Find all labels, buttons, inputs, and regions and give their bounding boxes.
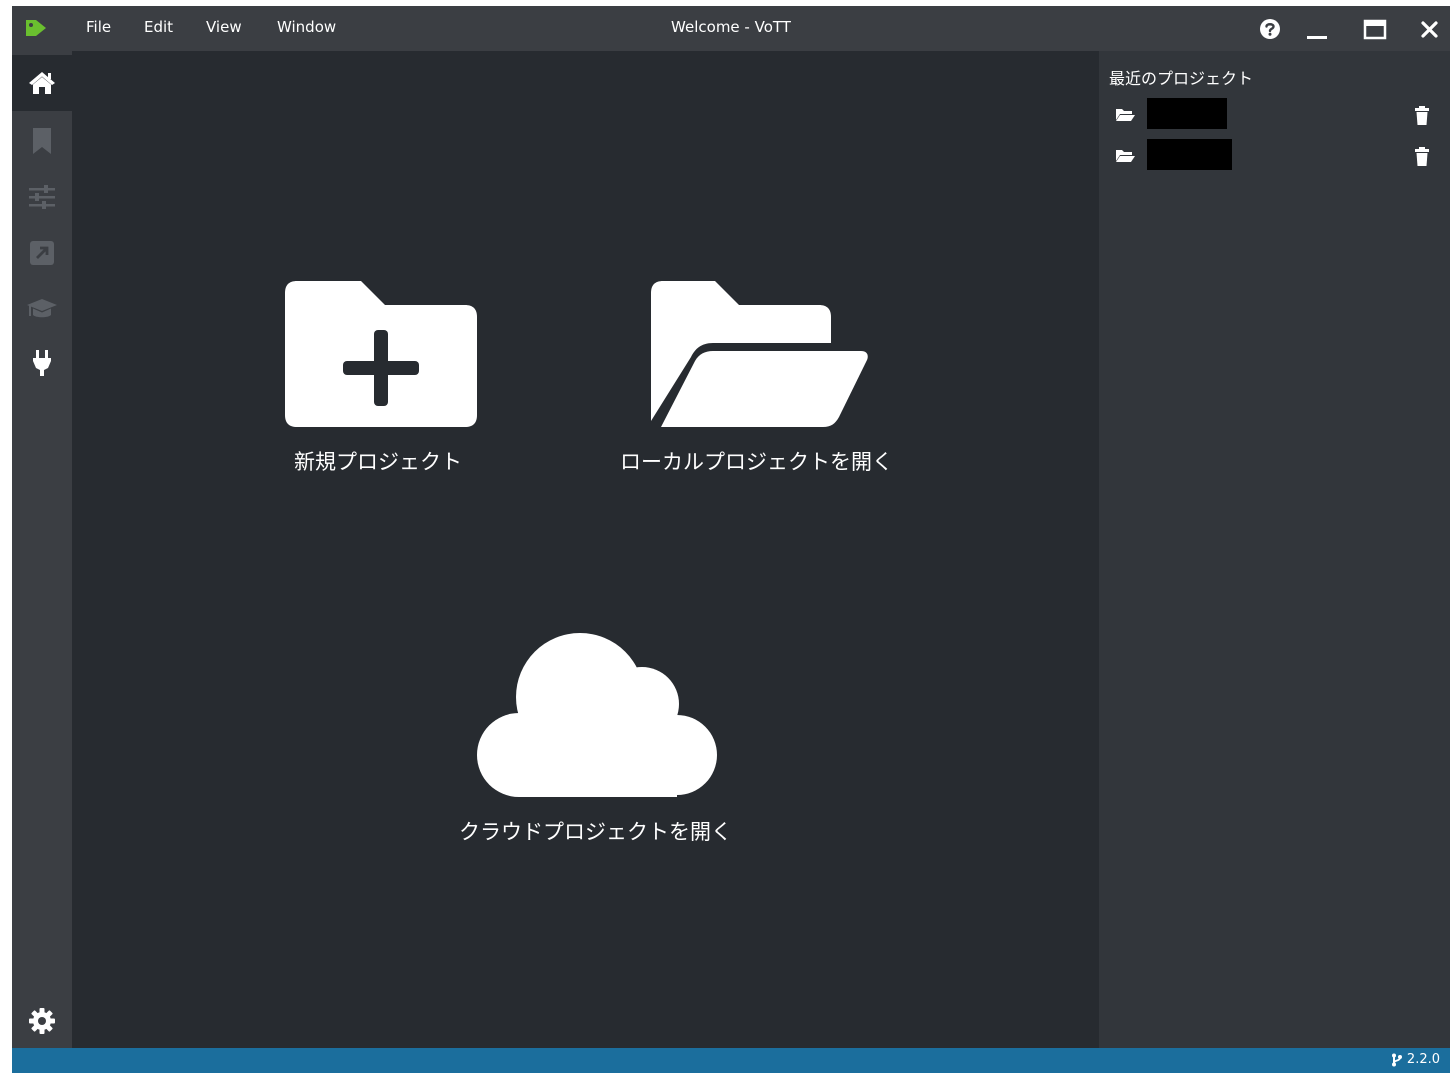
vott-window: File Edit View Window Welcome - VoTT 新規プ… — [12, 6, 1450, 1073]
folder-open-icon — [1116, 109, 1135, 121]
cloud-icon — [477, 633, 717, 797]
open-local-project-label: ローカルプロジェクトを開く — [620, 450, 893, 474]
sidebar-item-tags[interactable] — [12, 113, 72, 169]
recent-projects-title: 最近のプロジェクト — [1109, 69, 1254, 88]
tag-logo-icon — [24, 18, 48, 38]
version-text: 2.2.0 — [1406, 1052, 1440, 1067]
minimize-button[interactable] — [1304, 16, 1330, 42]
open-cloud-project-tile[interactable]: クラウドプロジェクトを開く — [447, 626, 747, 846]
help-button[interactable] — [1257, 16, 1283, 42]
sliders-icon — [29, 185, 55, 209]
recent-project-name[interactable] — [1147, 139, 1232, 170]
sidebar-item-export[interactable] — [12, 225, 72, 281]
sidebar-item-app-settings[interactable] — [12, 993, 72, 1049]
recent-project-item[interactable] — [1099, 139, 1450, 179]
sidebar-item-home[interactable] — [12, 55, 72, 111]
sidebar-item-active-learning[interactable] — [12, 281, 72, 337]
sidebar-item-connections[interactable] — [12, 335, 72, 391]
open-local-project-tile[interactable]: ローカルプロジェクトを開く — [607, 276, 907, 481]
recent-project-item[interactable] — [1099, 98, 1450, 138]
folder-open-icon — [651, 281, 868, 427]
trash-icon[interactable] — [1414, 106, 1430, 126]
minimize-icon — [1307, 36, 1327, 39]
sidebar-item-settings[interactable] — [12, 169, 72, 225]
welcome-main: 新規プロジェクト ローカルプロジェクトを開く クラウドプロジェクトを開く — [72, 51, 1099, 1048]
bookmark-icon — [33, 128, 51, 154]
code-branch-icon — [1391, 1053, 1402, 1066]
home-icon — [29, 72, 55, 94]
recent-projects-panel: 最近のプロジェクト — [1099, 51, 1450, 1048]
menu-file[interactable]: File — [86, 18, 111, 36]
trash-icon[interactable] — [1414, 147, 1430, 167]
folder-plus-icon — [285, 281, 477, 427]
sidebar — [12, 51, 72, 1048]
menu-window[interactable]: Window — [277, 18, 336, 36]
maximize-icon — [1363, 19, 1387, 40]
new-project-label: 新規プロジェクト — [294, 450, 462, 474]
question-circle-icon — [1260, 19, 1280, 39]
title-bar: File Edit View Window Welcome - VoTT — [12, 6, 1450, 51]
close-button[interactable] — [1417, 16, 1443, 42]
folder-open-icon — [1116, 150, 1135, 162]
maximize-button[interactable] — [1362, 16, 1388, 42]
menu-view[interactable]: View — [206, 18, 242, 36]
open-cloud-project-label: クラウドプロジェクトを開く — [459, 820, 732, 844]
status-bar: 2.2.0 — [12, 1048, 1450, 1073]
gear-icon — [29, 1008, 55, 1034]
menu-edit[interactable]: Edit — [144, 18, 173, 36]
new-project-tile[interactable]: 新規プロジェクト — [272, 276, 492, 481]
version-indicator: 2.2.0 — [1391, 1052, 1440, 1067]
close-icon — [1421, 21, 1438, 38]
graduation-cap-icon — [27, 299, 57, 318]
export-icon — [30, 241, 54, 265]
plug-icon — [33, 350, 51, 376]
recent-project-name[interactable] — [1147, 98, 1227, 129]
